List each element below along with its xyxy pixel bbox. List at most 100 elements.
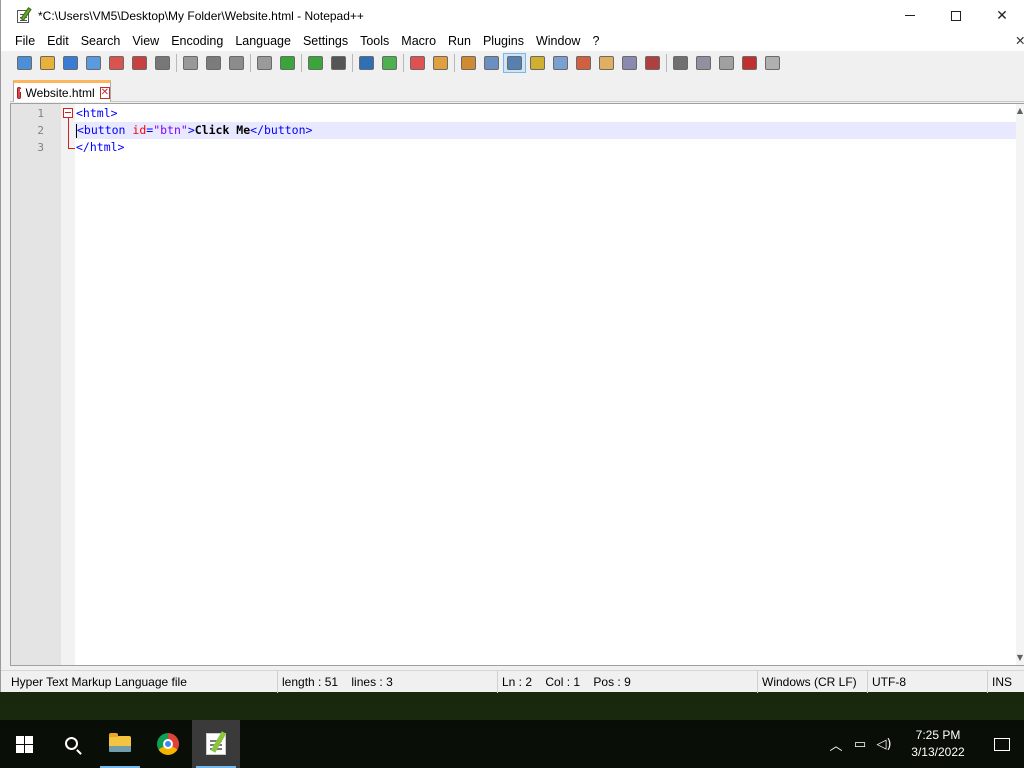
indent-guide-icon[interactable] [503,53,526,73]
function-list-icon[interactable] [595,53,618,73]
fold-end-marker [68,148,75,149]
fold-guide-line [68,118,69,149]
menu-view[interactable]: View [126,31,165,51]
network-icon[interactable]: ▭ [848,720,872,768]
paste-icon[interactable] [225,53,248,73]
vertical-scrollbar[interactable]: ▲ ▼ [1016,104,1024,665]
folder-as-workspace-icon[interactable] [618,53,641,73]
code-token-tag: > [187,123,195,137]
scroll-down-icon[interactable]: ▼ [1016,653,1024,663]
code-token-attr: id [132,123,147,137]
word-wrap-icon[interactable] [457,53,480,73]
menu-settings[interactable]: Settings [297,31,354,51]
windows-taskbar: ︿ ▭ ◁) 7:25 PM 3/13/2022 [0,720,1024,768]
find-icon[interactable] [304,53,327,73]
user-defined-language-icon[interactable] [526,53,549,73]
zoom-in-icon[interactable] [355,53,378,73]
save-icon[interactable] [59,53,82,73]
tab-bar: Website.html ✕ [10,79,1024,102]
menu-macro[interactable]: Macro [395,31,442,51]
close-icon[interactable] [105,53,128,73]
status-col: Col : 1 [545,675,581,689]
windows-logo-icon [15,735,33,753]
clock[interactable]: 7:25 PM 3/13/2022 [896,727,980,761]
clock-time: 7:25 PM [915,728,961,742]
code-line-3[interactable]: </html> [75,139,1016,156]
status-length: length : 51 [282,675,339,689]
show-all-characters-icon[interactable] [480,53,503,73]
code-line-2[interactable]: <button id="btn">Click Me</button> [75,122,1016,139]
document-list-icon[interactable] [572,53,595,73]
save-macro-icon[interactable] [761,53,784,73]
scroll-up-icon[interactable]: ▲ [1016,106,1024,116]
open-file-icon[interactable] [36,53,59,73]
menu-edit[interactable]: Edit [41,31,75,51]
taskbar-notepad-plus-plus[interactable] [192,720,240,768]
toolbar-separator [176,54,177,72]
status-bar: Hyper Text Markup Language file length :… [1,670,1024,693]
menu-help[interactable]: ? [586,31,605,51]
menu-run[interactable]: Run [442,31,477,51]
code-token-tag: <html> [76,106,118,120]
toolbar [1,51,1024,75]
save-all-icon[interactable] [82,53,105,73]
notification-center-button[interactable] [980,720,1024,768]
notepadpp-app-icon[interactable] [16,6,32,24]
status-pos: Pos : 9 [593,675,631,689]
menu-search[interactable]: Search [75,31,127,51]
sync-vertical-icon[interactable] [406,53,429,73]
tab-website-html[interactable]: Website.html ✕ [13,80,111,102]
close-document-icon[interactable]: ✕ [1015,31,1024,51]
chevron-up-icon[interactable]: ︿ [824,720,848,768]
status-lines: lines : 3 [351,675,393,689]
toolbar-separator [250,54,251,72]
document-map-icon[interactable] [549,53,572,73]
taskbar-google-chrome[interactable] [144,720,192,768]
title-bar[interactable]: *C:\Users\VM5\Desktop\My Folder\Website.… [1,0,1024,31]
taskbar-file-explorer[interactable] [96,720,144,768]
unsaved-file-icon [17,86,28,99]
new-file-icon[interactable] [13,53,36,73]
start-button[interactable] [0,720,48,768]
volume-icon[interactable]: ◁) [872,720,896,768]
code-editor[interactable]: 1 2 3 <html> <button id="btn">Click Me</… [10,103,1024,666]
menu-encoding[interactable]: Encoding [165,31,229,51]
minimize-button[interactable] [887,0,933,31]
status-file-type: Hyper Text Markup Language file [11,675,187,689]
redo-icon[interactable] [276,53,299,73]
menu-file[interactable]: File [9,31,41,51]
menu-tools[interactable]: Tools [354,31,395,51]
maximize-button[interactable] [933,0,979,31]
line-number: 2 [37,124,44,137]
tab-close-icon[interactable]: ✕ [99,86,110,99]
search-button[interactable] [48,720,96,768]
stop-recording-icon[interactable] [692,53,715,73]
undo-icon[interactable] [253,53,276,73]
copy-icon[interactable] [202,53,225,73]
print-icon[interactable] [151,53,174,73]
notepadpp-window: *C:\Users\VM5\Desktop\My Folder\Website.… [0,0,1024,693]
menu-window[interactable]: Window [530,31,586,51]
run-macro-multiple-icon[interactable] [738,53,761,73]
zoom-out-icon[interactable] [378,53,401,73]
replace-icon[interactable] [327,53,350,73]
monitoring-icon[interactable] [641,53,664,73]
close-window-button[interactable]: ✕ [979,0,1024,31]
menu-language[interactable]: Language [229,31,297,51]
record-macro-icon[interactable] [669,53,692,73]
chrome-icon [157,733,179,755]
menu-plugins[interactable]: Plugins [477,31,530,51]
notification-icon [994,737,1010,751]
line-number-gutter: 1 2 3 [11,104,61,665]
status-insert-mode: INS [987,671,1024,693]
playback-macro-icon[interactable] [715,53,738,73]
sync-horizontal-icon[interactable] [429,53,452,73]
close-icon: ✕ [996,7,1008,24]
cut-icon[interactable] [179,53,202,73]
fold-collapse-icon[interactable] [63,108,73,118]
toolbar-separator [666,54,667,72]
notepadpp-icon [206,733,226,755]
close-all-icon[interactable] [128,53,151,73]
clock-date: 3/13/2022 [911,745,965,759]
code-line-1[interactable]: <html> [75,105,1016,122]
